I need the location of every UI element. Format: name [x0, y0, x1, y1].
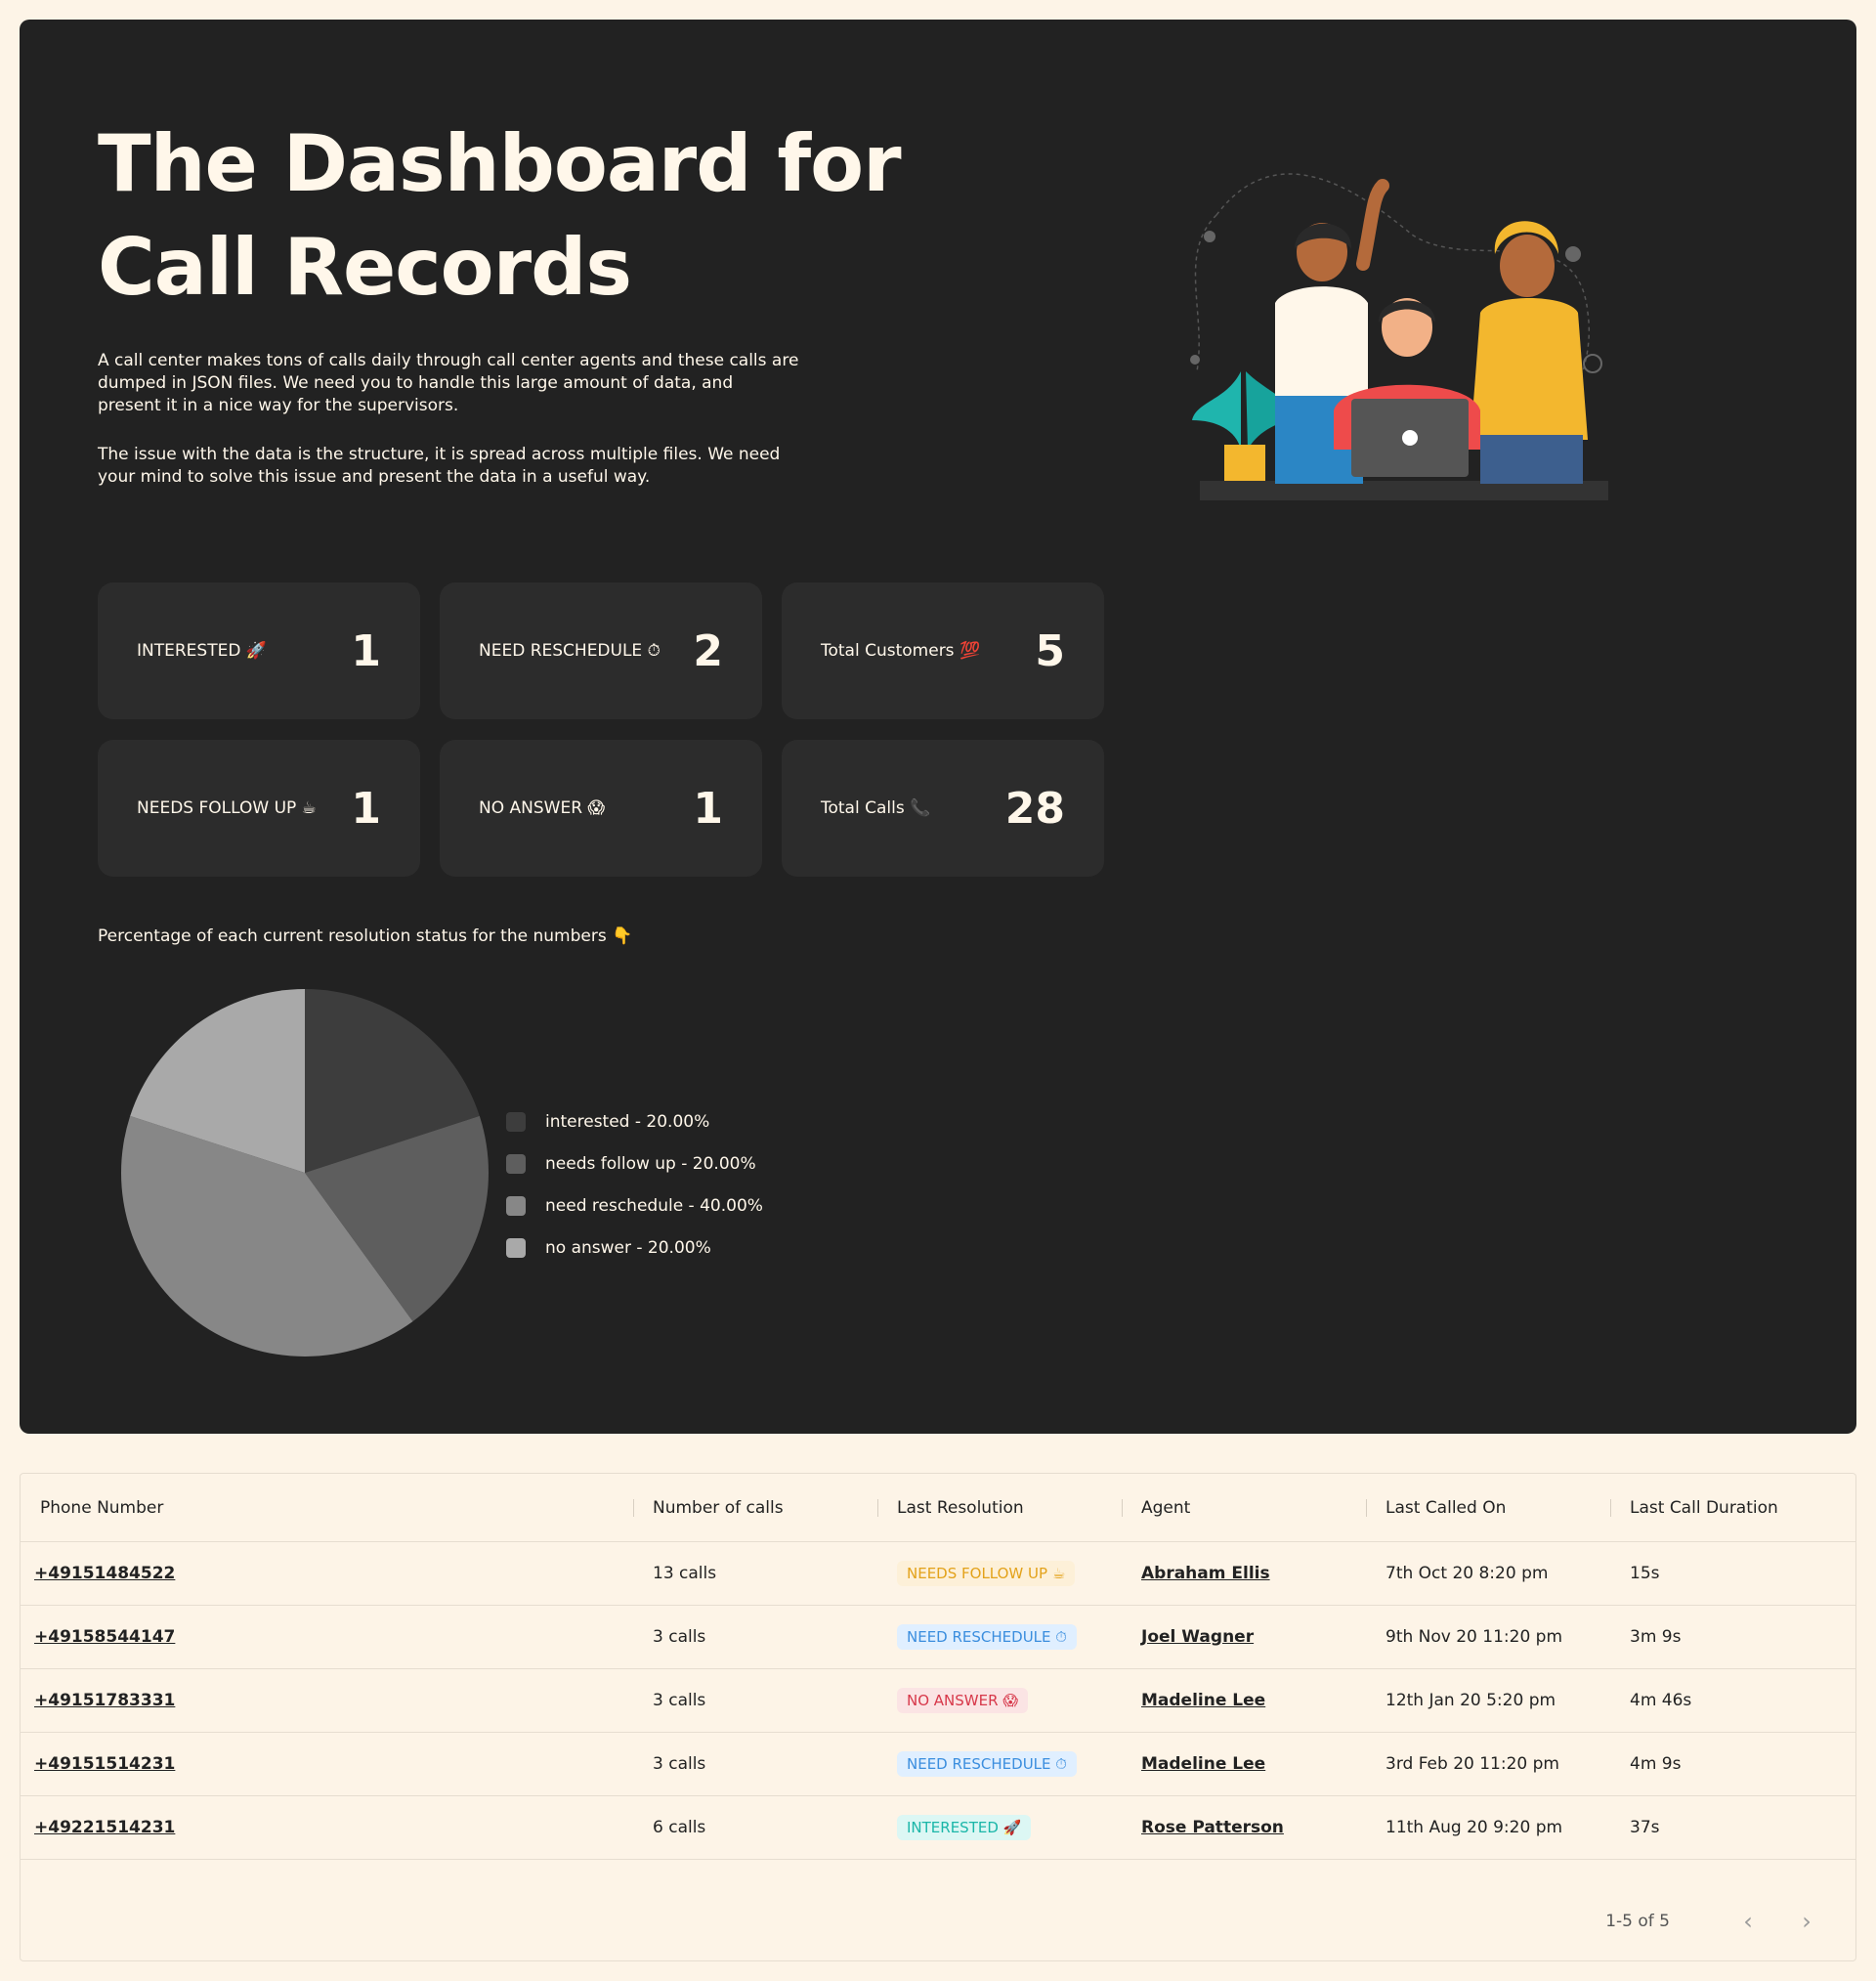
header-last-call-duration[interactable]: Last Call Duration: [1610, 1474, 1855, 1541]
calls-count: 3 calls: [653, 1754, 706, 1774]
call-records-table: Phone Number Number of calls Last Resolu…: [20, 1473, 1856, 1961]
stat-card-total-calls: Total Calls 📞 28: [782, 740, 1104, 877]
last-call-duration: 4m 46s: [1630, 1691, 1692, 1710]
last-called-on: 7th Oct 20 8:20 pm: [1386, 1564, 1549, 1583]
phone-link[interactable]: +49158544147: [34, 1627, 175, 1647]
last-called-on: 9th Nov 20 11:20 pm: [1386, 1627, 1563, 1647]
table-row: +49158544147 3 calls NEED RESCHEDULE ⏱ J…: [21, 1606, 1855, 1669]
last-called-on: 12th Jan 20 5:20 pm: [1386, 1691, 1556, 1710]
card-label: NEEDS FOLLOW UP ☕: [137, 798, 317, 818]
legend-item[interactable]: need reschedule - 40.00%: [506, 1184, 763, 1227]
resolution-badge: NO ANSWER 😱: [897, 1688, 1028, 1713]
header-number-of-calls[interactable]: Number of calls: [633, 1474, 877, 1541]
legend-label: need reschedule - 40.00%: [545, 1195, 763, 1216]
stat-card-need-reschedule: NEED RESCHEDULE ⏱ 2: [440, 582, 762, 719]
title-line-2: Call Records: [98, 222, 632, 313]
agent-link[interactable]: Joel Wagner: [1141, 1627, 1254, 1647]
last-call-duration: 15s: [1630, 1564, 1660, 1583]
hero-panel: The Dashboard for Call Records A call ce…: [20, 20, 1856, 1434]
title-line-1: The Dashboard for: [98, 118, 902, 209]
legend-item[interactable]: interested - 20.00%: [506, 1100, 763, 1142]
table-row: +49221514231 6 calls INTERESTED 🚀 Rose P…: [21, 1796, 1855, 1860]
last-call-duration: 37s: [1630, 1818, 1660, 1837]
phone-link[interactable]: +49151514231: [34, 1754, 175, 1774]
pie-caption: Percentage of each current resolution st…: [98, 926, 633, 946]
legend-swatch: [506, 1111, 526, 1132]
phone-link[interactable]: +49151484522: [34, 1564, 175, 1583]
agent-link[interactable]: Abraham Ellis: [1141, 1564, 1270, 1583]
description-paragraph-2: The issue with the data is the structure…: [98, 445, 781, 487]
legend-item[interactable]: no answer - 20.00%: [506, 1227, 763, 1269]
header-phone-number[interactable]: Phone Number: [21, 1474, 633, 1541]
card-value: 28: [1004, 783, 1065, 834]
description-paragraph-1: A call center makes tons of calls daily …: [98, 351, 799, 415]
resolution-badge: NEED RESCHEDULE ⏱: [897, 1624, 1077, 1650]
table-row: +49151484522 13 calls NEEDS FOLLOW UP ☕ …: [21, 1542, 1855, 1606]
last-called-on: 11th Aug 20 9:20 pm: [1386, 1818, 1563, 1837]
last-call-duration: 3m 9s: [1630, 1627, 1682, 1647]
calls-count: 3 calls: [653, 1627, 706, 1647]
pagination: 1-5 of 5 ‹ ›: [1605, 1902, 1826, 1941]
chevron-right-icon[interactable]: ›: [1787, 1902, 1826, 1941]
header-last-resolution[interactable]: Last Resolution: [877, 1474, 1122, 1541]
pagination-info: 1-5 of 5: [1605, 1912, 1670, 1931]
table-row: +49151783331 3 calls NO ANSWER 😱 Madelin…: [21, 1669, 1855, 1733]
card-label: INTERESTED 🚀: [137, 641, 267, 661]
card-value: 1: [351, 783, 381, 834]
legend-swatch: [506, 1153, 526, 1174]
legend-label: no answer - 20.00%: [545, 1237, 711, 1258]
calls-count: 6 calls: [653, 1818, 706, 1837]
stat-card-interested: INTERESTED 🚀 1: [98, 582, 420, 719]
stat-card-total-customers: Total Customers 💯 5: [782, 582, 1104, 719]
calls-count: 13 calls: [653, 1564, 717, 1583]
legend-swatch: [506, 1237, 526, 1258]
card-label: NO ANSWER 😱: [479, 798, 606, 818]
agent-link[interactable]: Madeline Lee: [1141, 1691, 1265, 1710]
stat-card-needs-follow-up: NEEDS FOLLOW UP ☕ 1: [98, 740, 420, 877]
card-value: 5: [1035, 625, 1065, 676]
legend-item[interactable]: needs follow up - 20.00%: [506, 1142, 763, 1184]
calls-count: 3 calls: [653, 1691, 706, 1710]
card-value: 1: [693, 783, 723, 834]
card-label: Total Customers 💯: [821, 641, 981, 661]
resolution-badge: NEED RESCHEDULE ⏱: [897, 1751, 1077, 1777]
pie-legend: interested - 20.00% needs follow up - 20…: [506, 1100, 763, 1269]
table-row: +49151514231 3 calls NEED RESCHEDULE ⏱ M…: [21, 1733, 1855, 1796]
pie-chart: [121, 989, 489, 1357]
resolution-badge: INTERESTED 🚀: [897, 1815, 1032, 1840]
last-call-duration: 4m 9s: [1630, 1754, 1682, 1774]
agent-link[interactable]: Madeline Lee: [1141, 1754, 1265, 1774]
header-agent[interactable]: Agent: [1122, 1474, 1366, 1541]
phone-link[interactable]: +49221514231: [34, 1818, 175, 1837]
chevron-left-icon[interactable]: ‹: [1728, 1902, 1768, 1941]
stat-card-no-answer: NO ANSWER 😱 1: [440, 740, 762, 877]
legend-swatch: [506, 1195, 526, 1216]
agent-link[interactable]: Rose Patterson: [1141, 1818, 1284, 1837]
team-illustration: [1190, 173, 1608, 500]
table-header: Phone Number Number of calls Last Resolu…: [21, 1474, 1855, 1542]
legend-label: needs follow up - 20.00%: [545, 1153, 756, 1174]
legend-label: interested - 20.00%: [545, 1111, 710, 1132]
phone-link[interactable]: +49151783331: [34, 1691, 175, 1710]
card-label: NEED RESCHEDULE ⏱: [479, 641, 661, 661]
header-last-called-on[interactable]: Last Called On: [1366, 1474, 1610, 1541]
card-value: 2: [693, 625, 723, 676]
card-label: Total Calls 📞: [821, 798, 931, 818]
last-called-on: 3rd Feb 20 11:20 pm: [1386, 1754, 1559, 1774]
page-title: The Dashboard for Call Records: [98, 112, 958, 320]
resolution-badge: NEEDS FOLLOW UP ☕: [897, 1561, 1076, 1586]
card-value: 1: [351, 625, 381, 676]
